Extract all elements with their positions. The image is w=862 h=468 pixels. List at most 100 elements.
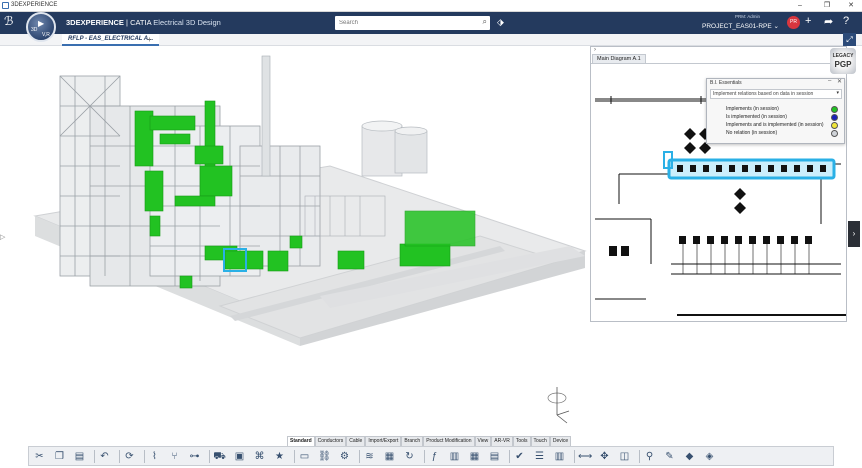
left-panel-handle-icon[interactable]: ▷ [0, 233, 5, 241]
scissors-icon[interactable]: ✂ [33, 450, 46, 463]
cube-icon[interactable]: ◆ [683, 450, 696, 463]
toolbar-separator [359, 450, 360, 463]
toolbar-separator [639, 450, 640, 463]
report-icon[interactable]: ▤ [488, 450, 501, 463]
vehicle-icon[interactable]: ⛟ [213, 450, 226, 463]
maximize-button[interactable]: ❐ [819, 0, 835, 11]
toolbar-separator [144, 450, 145, 463]
implement-relations-dropdown[interactable]: Implement relations based on data in ses… [710, 89, 842, 99]
close-icon[interactable]: ✕ [837, 78, 842, 85]
check-icon[interactable]: ✔ [513, 450, 526, 463]
marker-icon[interactable]: ✎ [663, 450, 676, 463]
search-box[interactable]: ⌕ [335, 16, 490, 30]
chevron-down-icon: ⌄ [773, 23, 779, 30]
legend-item: Is implemented (in session) [726, 114, 842, 122]
app-title: 3DEXPERIENCE | CATIA Electrical 3D Desig… [66, 18, 221, 27]
share-icon[interactable]: ➦ [824, 15, 833, 28]
help-icon[interactable]: ? [843, 15, 849, 27]
compass-icon[interactable]: ✥ [598, 450, 611, 463]
diagram-symbols [609, 128, 846, 316]
legacy-pgp-badge[interactable]: LEGACY PGP [830, 48, 856, 74]
copy-icon[interactable]: ❐ [53, 450, 66, 463]
paste-icon[interactable]: ▤ [73, 450, 86, 463]
tab-tools[interactable]: Tools [512, 436, 531, 446]
compass-widget[interactable]: ▶ 3D V,R [26, 12, 56, 42]
undo-icon[interactable]: ↶ [98, 450, 111, 463]
settings-icon[interactable]: ⚙ [338, 450, 351, 463]
os-window-title: 3DEXPERIENCE [11, 2, 58, 8]
app-name-label: Electrical 3D Design [151, 18, 221, 27]
catalog-icon[interactable]: ▥ [448, 450, 461, 463]
tab-conductors[interactable]: Conductors [314, 436, 347, 446]
tab-import-export[interactable]: Import/Export [365, 436, 402, 446]
tab-touch[interactable]: Touch [530, 436, 550, 446]
product-label: CATIA [130, 18, 152, 27]
tab-branch[interactable]: Branch [401, 436, 424, 446]
tab-product-modification[interactable]: Product Modification [423, 436, 475, 446]
search-icon[interactable]: ⌕ [483, 17, 487, 27]
toolbar-separator [509, 450, 510, 463]
update-icon[interactable]: ⟳ [123, 450, 136, 463]
tab-main-diagram[interactable]: Main Diagram A.1 [592, 54, 646, 63]
cube2-icon[interactable]: ◈ [703, 450, 716, 463]
screw-icon[interactable]: ⚲ [643, 450, 656, 463]
user-role: PRM: Admin [735, 14, 761, 19]
device-icon[interactable]: ▣ [233, 450, 246, 463]
collapse-arrow-icon[interactable]: › [594, 47, 596, 53]
project-label: PROJECT_EAS01-RPE [702, 23, 772, 30]
legend-dot-green [831, 106, 838, 113]
add-icon[interactable]: + [805, 15, 811, 27]
project-selector[interactable]: PROJECT_EAS01-RPE ⌄ [702, 22, 779, 30]
star-icon[interactable]: ★ [273, 450, 286, 463]
legend-item: No relation (in session) [726, 130, 842, 138]
toolbar-separator [424, 450, 425, 463]
storage-tanks [361, 120, 428, 177]
tab-standard[interactable]: Standard [287, 436, 315, 446]
branch-icon[interactable]: ⑂ [168, 450, 181, 463]
tag-icon[interactable]: ⬗ [497, 17, 504, 28]
toolbar-separator [94, 450, 95, 463]
link-icon[interactable]: ⛓ [318, 450, 331, 463]
platform-top-bar: ℬ 3DEXPERIENCE | CATIA Electrical 3D Des… [0, 12, 862, 34]
tab-device[interactable]: Device [549, 436, 572, 446]
tab-view[interactable]: View [474, 436, 492, 446]
3d-viewport[interactable] [0, 46, 590, 436]
document-icon[interactable]: ▭ [298, 450, 311, 463]
action-bar: ✂ ❐ ▤ ↶ ⟳ ⌇ ⑂ ⊶ ⛟ ▣ ⌘ ★ ▭ ⛓ ⚙ ≋ ▦ ↻ ƒ ▥ ▦ ▤ ✔ ☰ ▥ ⟷ ✥ ◫ ⚲ ✎ ◆ ◈ [28, 446, 834, 466]
cable-icon[interactable]: ≋ [363, 450, 376, 463]
bi-title: B.I. Essentials [710, 80, 742, 86]
search-input[interactable] [339, 17, 469, 28]
legend-item: Implements (in session) [726, 106, 842, 114]
harness-icon[interactable]: ⌘ [253, 450, 266, 463]
refresh-icon[interactable]: ↻ [403, 450, 416, 463]
layers-icon[interactable]: ◫ [618, 450, 631, 463]
book-icon[interactable]: ▥ [553, 450, 566, 463]
route-icon[interactable]: ⌇ [148, 450, 161, 463]
list-icon[interactable]: ☰ [533, 450, 546, 463]
grid-icon[interactable]: ▦ [468, 450, 481, 463]
document-tab-bar: RFLP - EAS_ELECTRICAL A... + [0, 34, 862, 46]
avatar[interactable]: PR [787, 16, 800, 29]
compass-v-label: V,R [42, 32, 50, 38]
legend-dot-grey [831, 130, 838, 137]
add-tab-button[interactable]: + [147, 35, 152, 44]
formula-icon[interactable]: ƒ [428, 450, 441, 463]
right-panel-handle-icon[interactable]: › [848, 221, 860, 247]
measure-icon[interactable]: ⟷ [578, 450, 592, 463]
os-title-bar: 3DEXPERIENCE – ❐ ✕ [0, 0, 862, 12]
expand-icon[interactable]: ⤢ [843, 33, 856, 46]
bi-essentials-panel[interactable]: B.I. Essentials – ✕ Implement relations … [706, 78, 845, 144]
axis-triad-icon[interactable] [545, 385, 575, 425]
close-window-button[interactable]: ✕ [843, 0, 859, 11]
brand-label: 3DEXPERIENCE [66, 18, 124, 27]
pgp-label: PGP [834, 60, 852, 69]
connect-icon[interactable]: ⊶ [188, 450, 201, 463]
legend-item: Implements and is implemented (in sessio… [726, 122, 842, 130]
minimize-icon[interactable]: – [828, 78, 831, 84]
tab-cable[interactable]: Cable [346, 436, 366, 446]
minimize-button[interactable]: – [792, 0, 808, 11]
ds-logo-icon[interactable]: ℬ [4, 14, 13, 28]
table-icon[interactable]: ▦ [383, 450, 396, 463]
tab-ar-vr[interactable]: AR-VR [491, 436, 513, 446]
tab-rflp[interactable]: RFLP - EAS_ELECTRICAL A... [62, 34, 160, 46]
